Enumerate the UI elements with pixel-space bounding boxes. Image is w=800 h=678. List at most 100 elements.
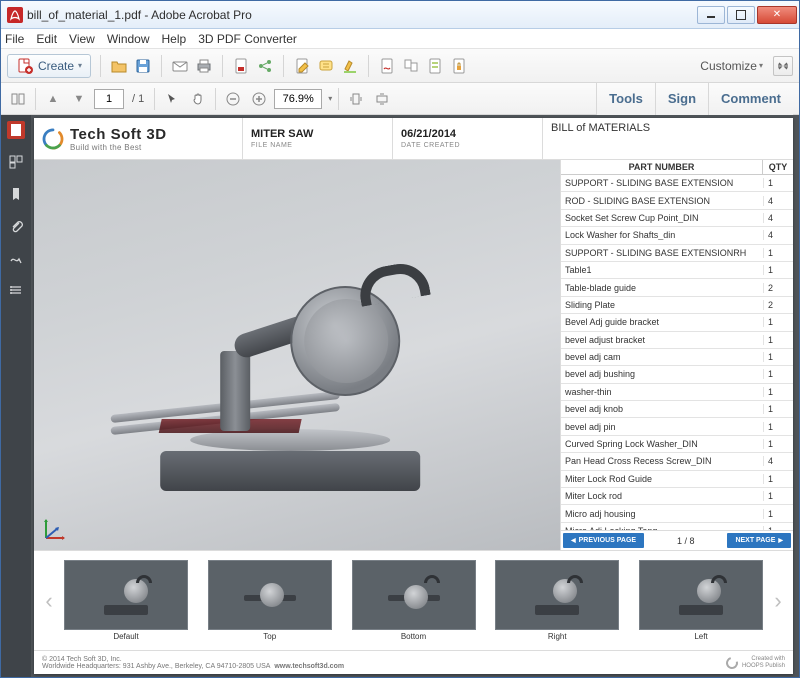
tools-panel-button[interactable]: Tools: [596, 83, 655, 115]
bom-row[interactable]: Pan Head Cross Recess Screw_DIN4: [561, 453, 793, 470]
thumb-label: Bottom: [401, 632, 426, 641]
bom-row[interactable]: Table11: [561, 262, 793, 279]
3d-viewer[interactable]: [34, 160, 561, 550]
bom-row[interactable]: Table-blade guide2: [561, 279, 793, 296]
bookmarks-panel-icon[interactable]: [7, 185, 25, 203]
thumb-label: Right: [548, 632, 567, 641]
bom-header: PART NUMBER QTY: [561, 160, 793, 175]
share-icon[interactable]: [256, 57, 274, 75]
thumb-top[interactable]: Top: [208, 560, 332, 641]
bom-row[interactable]: Curved Spring Lock Washer_DIN1: [561, 436, 793, 453]
bom-part-name: bevel adjust bracket: [561, 335, 763, 345]
thumb-left[interactable]: Left: [639, 560, 763, 641]
thumb-next-button[interactable]: ›: [769, 566, 787, 636]
bom-part-name: bevel adj bushing: [561, 369, 763, 379]
zoom-out-button[interactable]: [222, 88, 244, 110]
note-icon[interactable]: [317, 57, 335, 75]
bom-row[interactable]: Lock Washer for Shafts_din4: [561, 227, 793, 244]
bom-part-name: bevel adj knob: [561, 404, 763, 414]
bom-qty: 1: [763, 439, 793, 449]
brand-label: Tech Soft 3D: [70, 126, 167, 143]
hand-tool[interactable]: [187, 88, 209, 110]
bom-row[interactable]: Miter Lock Rod Guide1: [561, 471, 793, 488]
signatures-panel-icon[interactable]: [7, 249, 25, 267]
page-number-input[interactable]: [94, 89, 124, 109]
page-total-label: / 1: [128, 93, 148, 105]
layers-panel-icon[interactable]: [7, 281, 25, 299]
zoom-in-button[interactable]: [248, 88, 270, 110]
hoops-label-2: HOOPS Publish: [742, 663, 785, 670]
open-icon[interactable]: [110, 57, 128, 75]
document-header: Tech Soft 3D Build with the Best MITER S…: [34, 118, 793, 160]
page-thumbnails-toggle[interactable]: [7, 88, 29, 110]
bom-part-name: Bevel Adj guide bracket: [561, 317, 763, 327]
bom-row[interactable]: Sliding Plate2: [561, 297, 793, 314]
bom-row[interactable]: Socket Set Screw Cup Point_DIN4: [561, 210, 793, 227]
bom-row[interactable]: ROD - SLIDING BASE EXTENSION4: [561, 192, 793, 209]
create-button[interactable]: Create ▾: [7, 54, 91, 78]
bom-previous-page-button[interactable]: PREVIOUS PAGE: [563, 533, 644, 548]
bom-row[interactable]: bevel adjust bracket1: [561, 332, 793, 349]
prev-page-button[interactable]: ▲: [42, 88, 64, 110]
sign-panel-button[interactable]: Sign: [655, 83, 708, 115]
bom-row[interactable]: washer-thin1: [561, 384, 793, 401]
pdf-page-icon[interactable]: [232, 57, 250, 75]
pages-panel-icon[interactable]: [7, 153, 25, 171]
thumb-bottom[interactable]: Bottom: [352, 560, 476, 641]
create-label: Create: [38, 59, 74, 73]
print-icon[interactable]: [195, 57, 213, 75]
menu-3d-pdf-converter[interactable]: 3D PDF Converter: [198, 32, 297, 46]
reading-mode-button[interactable]: [773, 56, 793, 76]
bom-row[interactable]: Micro adj housing1: [561, 505, 793, 522]
page-footer: © 2014 Tech Soft 3D, Inc. Worldwide Head…: [34, 650, 793, 674]
attachments-panel-icon[interactable]: [7, 217, 25, 235]
bom-row[interactable]: SUPPORT - SLIDING BASE EXTENSIONRH1: [561, 245, 793, 262]
app-window: bill_of_material_1.pdf - Adobe Acrobat P…: [0, 0, 800, 678]
bom-part-name: SUPPORT - SLIDING BASE EXTENSIONRH: [561, 248, 763, 258]
titlebar: bill_of_material_1.pdf - Adobe Acrobat P…: [1, 1, 799, 29]
highlight-icon[interactable]: [341, 57, 359, 75]
protect-icon[interactable]: [450, 57, 468, 75]
bom-row[interactable]: SUPPORT - SLIDING BASE EXTENSION1: [561, 175, 793, 192]
customize-button[interactable]: Customize: [696, 59, 767, 73]
bom-row[interactable]: Miter Lock rod1: [561, 488, 793, 505]
bom-row[interactable]: Bevel Adj guide bracket1: [561, 314, 793, 331]
save-icon[interactable]: [134, 57, 152, 75]
bom-row[interactable]: bevel adj bushing1: [561, 366, 793, 383]
form-icon[interactable]: [426, 57, 444, 75]
date-created-value: 06/21/2014: [401, 128, 534, 140]
menu-window[interactable]: Window: [107, 32, 150, 46]
menu-view[interactable]: View: [69, 32, 95, 46]
acrobat-icon: [7, 7, 23, 23]
comment-panel-button[interactable]: Comment: [708, 83, 793, 115]
thumbnails-panel-icon[interactable]: [7, 121, 25, 139]
sign-page-icon[interactable]: [378, 57, 396, 75]
window-close-button[interactable]: [757, 6, 797, 24]
edit-page-icon[interactable]: [293, 57, 311, 75]
bom-next-page-button[interactable]: NEXT PAGE: [727, 533, 791, 548]
next-page-button[interactable]: ▼: [68, 88, 90, 110]
menu-edit[interactable]: Edit: [36, 32, 57, 46]
window-minimize-button[interactable]: [697, 6, 725, 24]
bom-qty: 1: [763, 509, 793, 519]
organize-icon[interactable]: [402, 57, 420, 75]
bom-row[interactable]: bevel adj pin1: [561, 418, 793, 435]
bom-row[interactable]: Micro Adj Locking Tang1: [561, 523, 793, 530]
fit-page-button[interactable]: [345, 88, 367, 110]
menu-file[interactable]: File: [5, 32, 24, 46]
thumb-image: [495, 560, 619, 630]
window-maximize-button[interactable]: [727, 6, 755, 24]
menu-help[interactable]: Help: [162, 32, 187, 46]
zoom-input[interactable]: [274, 89, 322, 109]
pdf-page: Tech Soft 3D Build with the Best MITER S…: [34, 118, 793, 674]
bom-row[interactable]: bevel adj knob1: [561, 401, 793, 418]
fit-width-button[interactable]: [371, 88, 393, 110]
select-tool[interactable]: [161, 88, 183, 110]
thumb-default[interactable]: Default: [64, 560, 188, 641]
bom-part-name: bevel adj cam: [561, 352, 763, 362]
attach-email-icon[interactable]: [171, 57, 189, 75]
bom-page-indicator: 1 / 8: [677, 536, 695, 546]
bom-row[interactable]: bevel adj cam1: [561, 349, 793, 366]
thumb-prev-button[interactable]: ‹: [40, 566, 58, 636]
thumb-right[interactable]: Right: [495, 560, 619, 641]
